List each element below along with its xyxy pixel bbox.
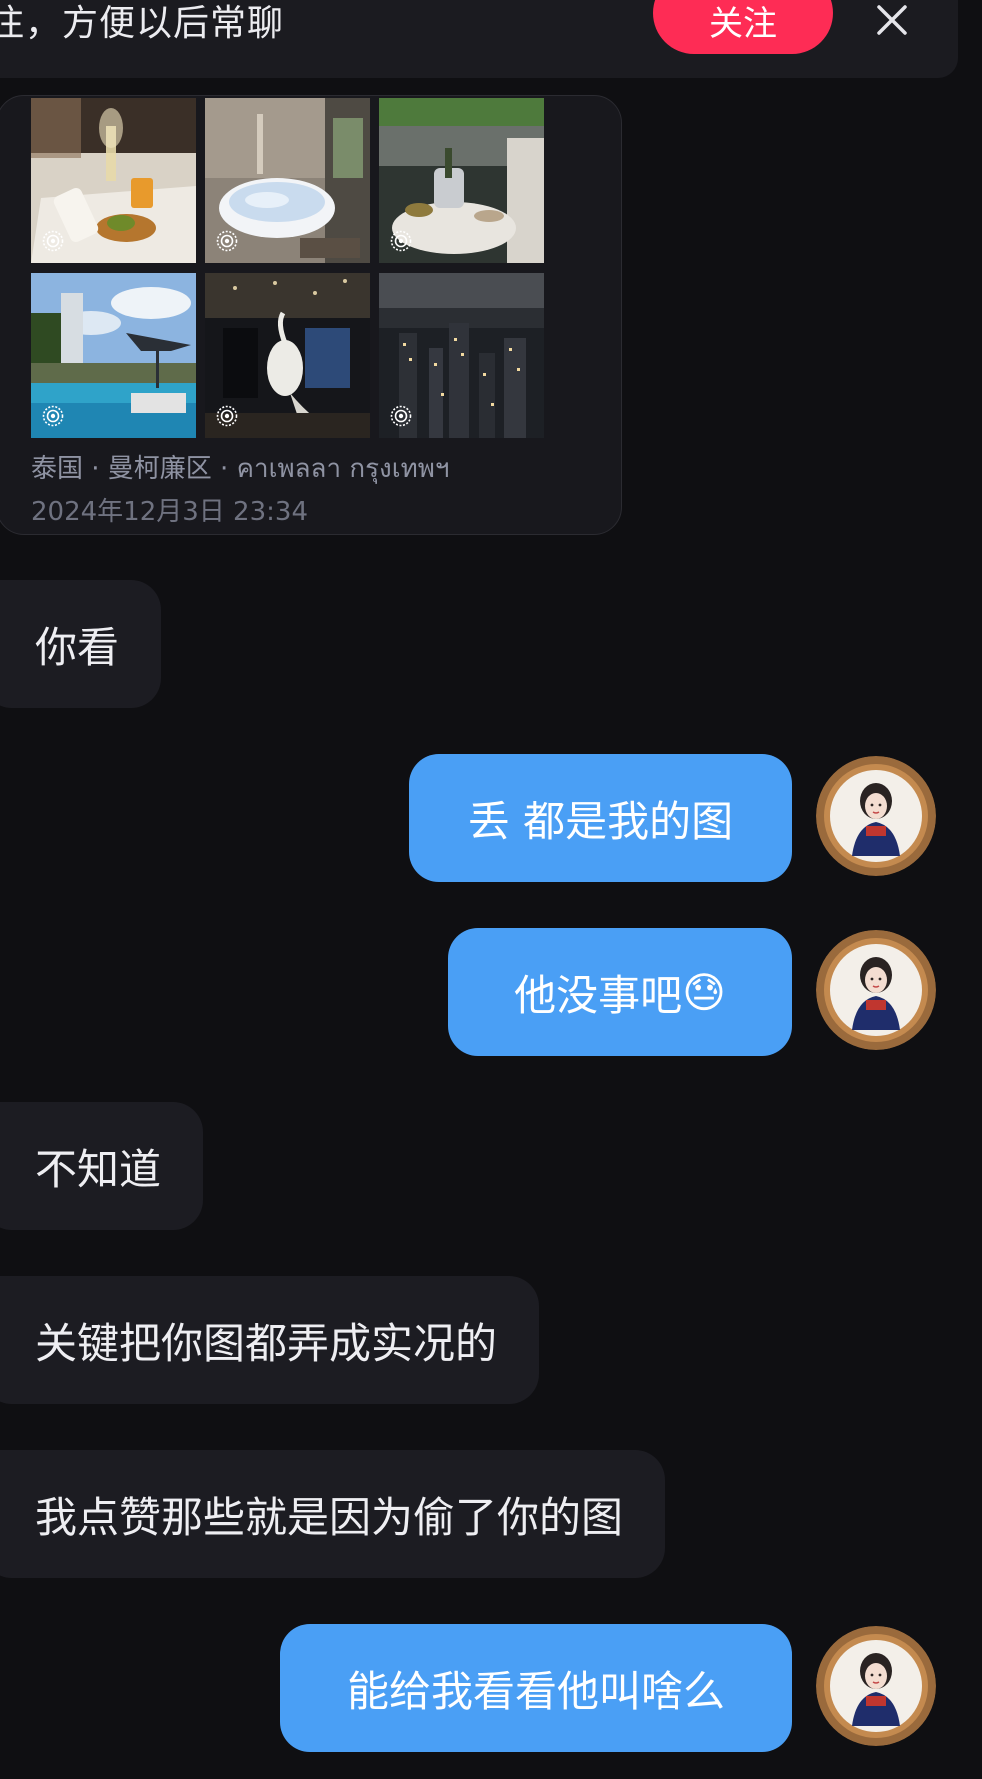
live-photo-icon — [216, 405, 238, 427]
outgoing-message-bubble[interactable]: 他没事吧 😓 — [448, 928, 792, 1056]
message-text: 关键把你图都弄成实况的 — [35, 1318, 498, 1368]
live-photo-icon — [390, 230, 412, 252]
live-photo-icon — [42, 230, 64, 252]
message-text: 他没事吧 — [514, 970, 683, 1020]
photo-pool[interactable] — [31, 273, 196, 438]
avatar-illustration — [816, 756, 936, 876]
post-location: 泰国 · 曼柯廉区 · คาเพลลา กรุงเทพฯ — [31, 454, 450, 484]
avatar[interactable] — [816, 1626, 936, 1746]
downcast-sweat-emoji: 😓 — [682, 967, 726, 1017]
incoming-message-bubble[interactable]: 你看 — [0, 580, 162, 708]
outgoing-message-bubble[interactable]: 能给我看看他叫啥么 — [280, 1624, 792, 1752]
photo-breakfast-tray[interactable] — [31, 98, 196, 263]
avatar-illustration — [816, 930, 936, 1050]
outgoing-message-bubble[interactable]: 丢 都是我的图 — [409, 754, 792, 882]
message-text: 不知道 — [35, 1144, 162, 1194]
banner-text: 注，方便以后常聊 — [0, 3, 285, 44]
close-icon-glyph — [877, 5, 907, 35]
avatar-illustration — [816, 1626, 936, 1746]
message-text: 能给我看看他叫啥么 — [346, 1666, 725, 1716]
photo-grid — [31, 98, 544, 438]
avatar[interactable] — [816, 930, 936, 1050]
shared-post-card[interactable]: 泰国 · 曼柯廉区 · คาเพลลา กรุงเทพฯ 2024年12月3日 … — [0, 95, 622, 535]
photo-bathtub[interactable] — [205, 98, 370, 263]
message-text: 丢 都是我的图 — [467, 796, 734, 846]
live-photo-icon — [390, 405, 412, 427]
close-icon[interactable] — [866, 0, 918, 46]
photo-champagne-table[interactable] — [379, 98, 544, 263]
avatar[interactable] — [816, 756, 936, 876]
incoming-message-bubble[interactable]: 关键把你图都弄成实况的 — [0, 1276, 540, 1404]
incoming-message-bubble[interactable]: 我点赞那些就是因为偷了你的图 — [0, 1450, 666, 1578]
message-text: 你看 — [35, 622, 120, 672]
live-photo-icon — [42, 405, 64, 427]
follow-banner: 注，方便以后常聊 关注 — [0, 0, 958, 78]
photo-city-night[interactable] — [379, 273, 544, 438]
live-photo-icon — [216, 230, 238, 252]
incoming-message-bubble[interactable]: 不知道 — [0, 1102, 204, 1230]
follow-button[interactable]: 关注 — [653, 0, 833, 54]
photo-peacock[interactable] — [205, 273, 370, 438]
message-text: 我点赞那些就是因为偷了你的图 — [35, 1492, 624, 1542]
post-timestamp: 2024年12月3日 23:34 — [31, 497, 308, 527]
